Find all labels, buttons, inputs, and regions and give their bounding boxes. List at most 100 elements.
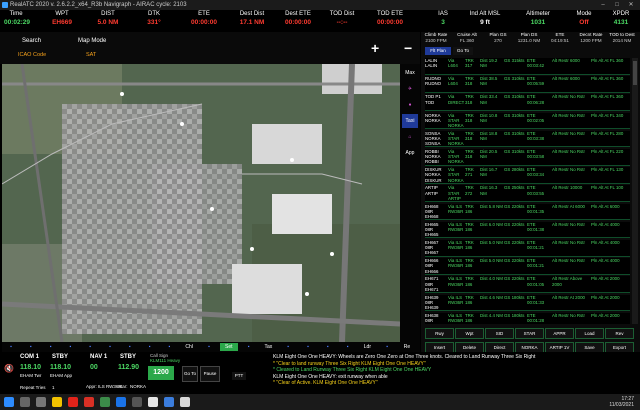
taxi-button[interactable]: Taxi <box>402 114 418 128</box>
mute-icon[interactable]: 🔇 <box>4 364 14 373</box>
waypoint-row[interactable]: ARTIP ARTIP Via STAR ARTIP TRK 272 Dist 16.… <box>425 185 630 202</box>
map-tool-ldr[interactable]: Ldr <box>358 343 376 351</box>
map-tool-icon-7[interactable]: ▪ <box>141 343 159 351</box>
map-tool-icon-14[interactable]: ▪ <box>279 343 297 351</box>
waypoint-row[interactable]: RUDNO RUDNO Via L604 TRK 318 Dist 38.5 NM GS… <box>425 76 630 93</box>
map-tool-icon-16[interactable]: ▪ <box>319 343 337 351</box>
map-tool-icon-10[interactable]: ▪ <box>200 343 218 351</box>
com1-station: EHAM Twr <box>20 373 42 378</box>
squawk-display[interactable]: 1200 <box>148 366 174 380</box>
waypoint-gs: GS 220kts <box>504 221 525 227</box>
acrobat-icon[interactable] <box>68 397 78 407</box>
app-gray-icon[interactable] <box>132 397 142 407</box>
waypoint-via: Via ILS RW36R <box>448 203 464 214</box>
waypoint-trk: TRK 186 <box>465 294 474 305</box>
goto-button[interactable]: Go To <box>182 366 198 382</box>
plan-button-load[interactable]: Load <box>575 328 604 339</box>
start-icon[interactable] <box>4 397 14 407</box>
waypoint-row[interactable]: EH671 08R EH671 Via ILS RW36R TRK 186 Dist … <box>425 276 630 293</box>
map-tool-icon-19[interactable]: ▪ <box>378 343 396 351</box>
waypoint-row[interactable]: EH666 08R EH666 Via ILS RW36R TRK 186 Dist … <box>425 258 630 275</box>
plan-button-sid[interactable]: SID <box>485 328 514 339</box>
top-cell-tod-dist: TOD Dist --:-- <box>322 10 362 28</box>
waypoint-row[interactable]: ROBBI NORKA ROBBI Via STAR NORKA TRK 318 Di… <box>425 149 630 166</box>
close-icon[interactable]: ✕ <box>624 0 638 10</box>
waypoint-row[interactable]: DISKUR NORKA DISKUR Via STAR NORKA TRK 271… <box>425 167 630 184</box>
top-cell-tod-ete: TOD ETE 00:00:00 <box>370 10 410 28</box>
waypoint-row[interactable]: SONSA NORKA SONSA Via STAR NORKA TRK 318 Di… <box>425 130 630 148</box>
map-tool-set[interactable]: Set <box>219 343 238 351</box>
task-view-icon[interactable] <box>36 397 46 407</box>
minimize-icon[interactable]: – <box>596 0 610 10</box>
top-cell-value: Off <box>579 19 589 26</box>
map-tool-icon-5[interactable]: ▪ <box>101 343 119 351</box>
maximize-icon[interactable]: □ <box>610 0 624 10</box>
top-cell-label: DTK <box>148 11 160 17</box>
flight-plan-header: Climb Rate 2100 FPM Cruise Alt FL 360 Plan G… <box>421 32 640 46</box>
map-tool-icon-8[interactable]: ▪ <box>160 343 178 351</box>
search-icon[interactable] <box>20 397 30 407</box>
waypoint-row[interactable]: LALIN LALIN Via L604 TRK 317 Dist 19.2 NM GS… <box>425 58 630 75</box>
waypoint-wpt: TOD P1 TOD <box>425 94 441 105</box>
waypoint-gs: GS 220kts <box>504 276 525 282</box>
pause-button[interactable]: Pause <box>200 366 220 382</box>
nav1-standby-freq[interactable]: 112.90 <box>118 364 139 371</box>
app-light-icon[interactable] <box>180 397 190 407</box>
waypoint-row[interactable]: EH665 08R EH665 Via ILS RW36R TRK 186 Dist … <box>425 221 630 239</box>
com1-standby-freq[interactable]: 118.10 <box>50 364 71 371</box>
com1-label: COM 1 <box>20 354 40 360</box>
map-tool-icon-17[interactable]: ▪ <box>339 343 357 351</box>
plan-button-wpt[interactable]: Wpt <box>455 328 484 339</box>
map-tool-icon-2[interactable]: ▪ <box>42 343 60 351</box>
map-tool-icon-12[interactable]: ▪ <box>240 343 258 351</box>
map-tool-icon-15[interactable]: ▪ <box>299 343 317 351</box>
waypoint-row[interactable]: TOD P1 TOD Via DIRECT TRK 318 Dist 33.4 NM G… <box>425 94 630 111</box>
app-white-icon[interactable] <box>148 397 158 407</box>
ground-icon[interactable]: ♦ <box>402 98 418 112</box>
waypoint-dist: Dist 33.4 NM <box>480 94 498 105</box>
waypoint-row[interactable]: EH668 08R EH668 Via ILS RW36R TRK 186 Dist … <box>425 203 630 221</box>
plan-button-rev[interactable]: Rev <box>605 328 634 339</box>
top-data-bar: Time 00:02:29 WPT EH669 DIST 5.0 NM DTK 331° ETE… <box>0 10 640 32</box>
waypoint-row[interactable]: EH639 08R EH639 Via ILS RW36R TRK 186 Dist … <box>425 294 630 312</box>
map-canvas[interactable] <box>2 64 400 342</box>
airport-icon[interactable]: ✈ <box>402 82 418 96</box>
nav1-active-freq[interactable]: 00 <box>90 364 98 371</box>
map-mode-select[interactable]: SAT <box>86 52 96 58</box>
zoom-out-icon[interactable]: − <box>404 40 412 56</box>
explorer-icon[interactable] <box>52 397 62 407</box>
icao-code-input[interactable]: ICAO Code <box>18 52 46 58</box>
pdf-icon[interactable] <box>84 397 94 407</box>
waypoint-list-scrollbar[interactable] <box>632 58 638 350</box>
map-tool-icon-6[interactable]: ▪ <box>121 343 139 351</box>
plan-button-appr[interactable]: APPR <box>545 328 574 339</box>
map-tool-icon-0[interactable]: ▪ <box>2 343 20 351</box>
waypoint-trk: TRK 186 <box>465 221 474 232</box>
plan-button-star[interactable]: STAR <box>515 328 544 339</box>
waypoint-row[interactable]: NORKA NORKA Via STAR NORKA TRK 318 Dist 10.… <box>425 112 630 130</box>
plan-button-rwy[interactable]: Rwy <box>425 328 454 339</box>
com1-active-freq[interactable]: 118.10 <box>20 364 41 371</box>
map-tool-icon-4[interactable]: ▪ <box>81 343 99 351</box>
app-button[interactable]: App <box>402 146 418 160</box>
map-tool-chl[interactable]: Chl <box>180 343 198 351</box>
waypoint-gs: GS 310kts <box>504 149 525 154</box>
waypoint-row[interactable]: EH667 08R EH667 Via ILS RW36R TRK 186 Dist … <box>425 240 630 257</box>
tab-go-to[interactable]: Go To <box>453 47 473 55</box>
app-blue-icon[interactable] <box>164 397 174 407</box>
map-tool-tax[interactable]: Tax <box>259 343 277 351</box>
app-green-icon[interactable] <box>100 397 110 407</box>
plan-header-value: 1231.0 NM <box>517 38 541 43</box>
ptt-button[interactable]: PTT <box>232 372 246 380</box>
map-tool-icon-1[interactable]: ▪ <box>22 343 40 351</box>
waypoint-list[interactable]: LALIN LALIN Via L604 TRK 317 Dist 19.2 NM GS… <box>425 58 630 350</box>
map-tool-icon-3[interactable]: ▪ <box>61 343 79 351</box>
max-button[interactable]: Max <box>402 66 418 80</box>
tower-icon[interactable]: ⌂ <box>402 130 418 144</box>
satellite-map[interactable] <box>2 64 400 342</box>
map-tool-re[interactable]: Re <box>398 343 416 351</box>
zoom-in-icon[interactable]: + <box>371 40 379 56</box>
tab-flt-plan[interactable]: Flt Plan <box>425 47 451 55</box>
browser-icon[interactable] <box>116 397 126 407</box>
repeat-value[interactable]: 1 <box>52 385 55 390</box>
